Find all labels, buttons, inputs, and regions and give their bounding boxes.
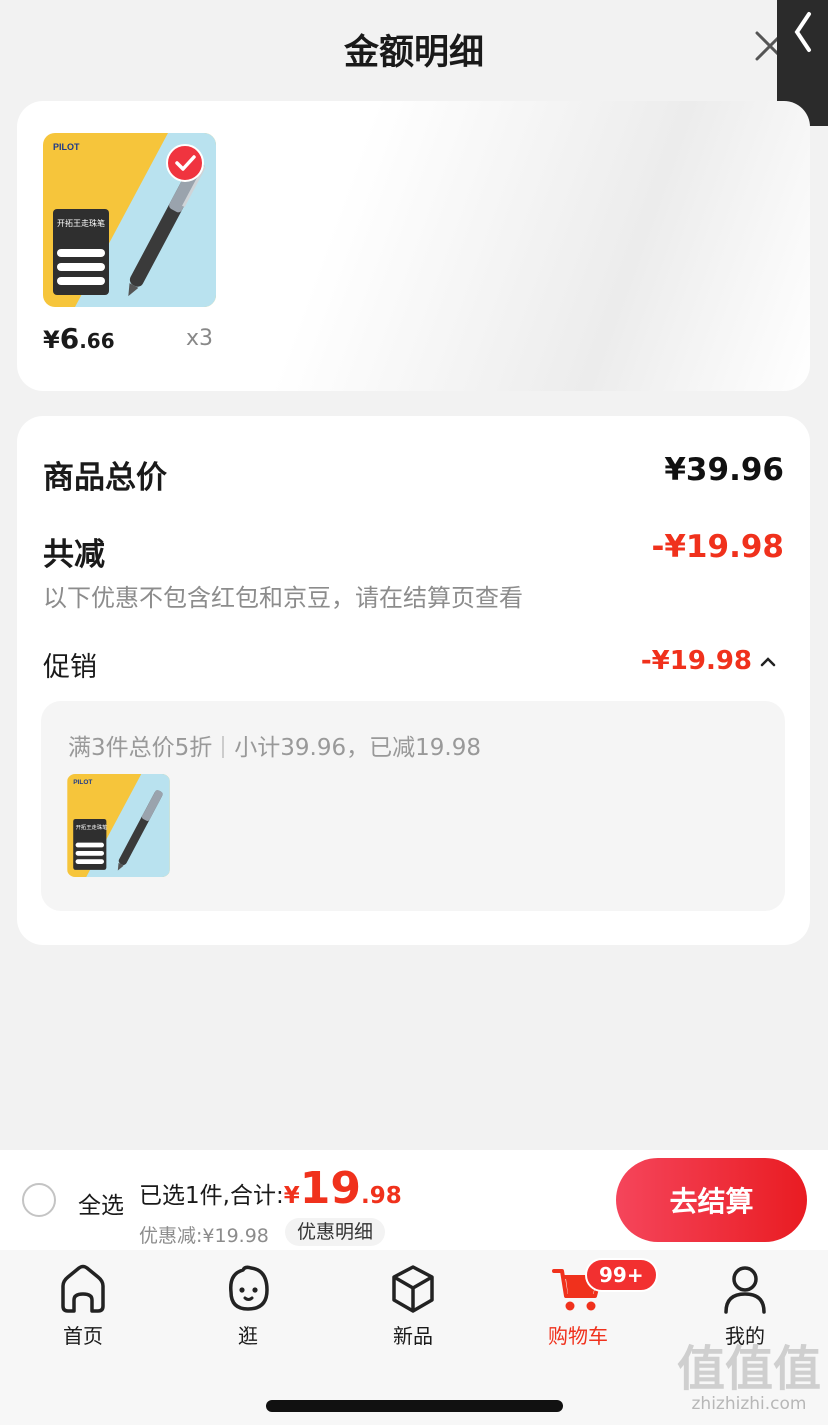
tab-me[interactable]: 我的	[690, 1262, 800, 1349]
page-title: 金额明细	[343, 33, 484, 73]
promo-product-image[interactable]: PILOT 开拓王走珠笔	[67, 774, 170, 877]
chevron-up-icon[interactable]	[758, 654, 778, 670]
discount-detail-link[interactable]: 优惠明细	[285, 1218, 386, 1246]
home-icon	[61, 1264, 105, 1313]
promo-value[interactable]: -¥19.98	[641, 646, 752, 676]
total-label: 商品总价	[43, 460, 167, 496]
watermark: 值值值 zhizhizhi.com	[676, 1341, 821, 1414]
tab-label: 新品	[393, 1324, 433, 1348]
packaging-title: 开拓王走珠笔	[57, 218, 105, 228]
select-all-label[interactable]: 全选	[78, 1186, 124, 1220]
tab-home[interactable]: 首页	[28, 1262, 138, 1349]
select-all-checkbox[interactable]	[22, 1183, 56, 1217]
brand-logo: PILOT	[53, 142, 80, 152]
brand-logo: PILOT	[73, 779, 92, 786]
discount-label: 共减	[43, 537, 105, 573]
saved-amount: 优惠减:¥19.98	[139, 1225, 269, 1247]
tab-label: 首页	[63, 1324, 103, 1348]
selection-summary: 已选1件,合计:¥19.98	[139, 1163, 402, 1214]
tab-label: 逛	[238, 1324, 258, 1348]
promo-label: 促销	[43, 652, 97, 683]
product-price: ¥6.66	[43, 322, 115, 355]
chevron-left-icon	[794, 12, 811, 52]
user-icon	[724, 1266, 766, 1314]
divider	[222, 736, 225, 758]
total-value: ¥39.96	[664, 452, 784, 488]
promo-rule: 满3件总价5折 小计39.96，已减19.98	[68, 735, 481, 761]
home-indicator[interactable]	[266, 1400, 563, 1412]
tab-new[interactable]: 新品	[358, 1262, 468, 1349]
cube-icon	[392, 1265, 434, 1313]
product-quantity: x3	[186, 326, 214, 351]
discount-note: 以下优惠不包含红包和京豆，请在结算页查看	[43, 584, 523, 612]
tab-label: 购物车	[548, 1324, 608, 1348]
selected-check-icon[interactable]	[166, 144, 204, 182]
total-amount: ¥19.98	[283, 1163, 402, 1214]
face-icon	[229, 1265, 269, 1311]
cart-count-badge: 99+	[585, 1258, 658, 1292]
tab-browse[interactable]: 逛	[193, 1262, 303, 1349]
checkout-button[interactable]: 去结算	[616, 1158, 807, 1242]
discount-value: -¥19.98	[651, 529, 785, 565]
